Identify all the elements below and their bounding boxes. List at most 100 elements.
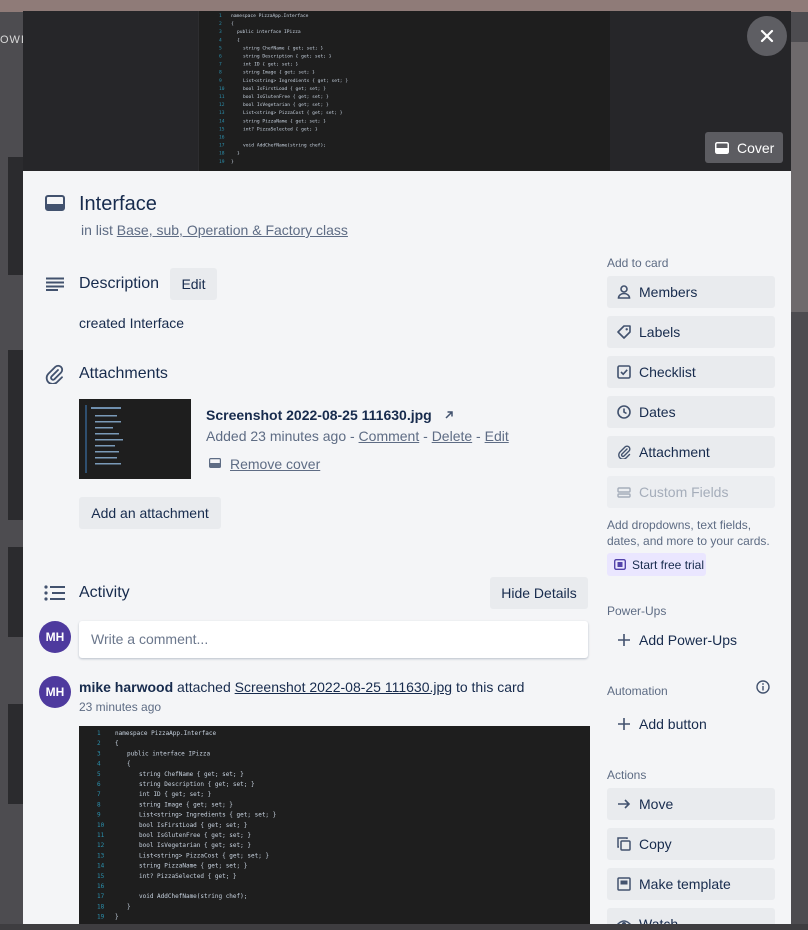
code-line: { [231,21,234,27]
start-free-trial-button[interactable]: Start free trial [607,553,706,576]
code-line: int? PizzaSelected { get; } [139,873,237,880]
activity-entry: mike harwood attached Screenshot 2022-08… [79,679,524,695]
code-line: namespace PizzaApp.Interface [115,730,217,737]
cover-code-image: 1 namespace PizzaApp.Interface 2 {3 public i… [219,13,348,165]
custom-fields-label: Custom Fields [639,484,729,500]
attachment-filename[interactable]: Screenshot 2022-08-25 111630.jpg [206,407,432,423]
cover-button[interactable]: Cover [705,132,783,163]
comment-input[interactable]: Write a comment... [79,621,588,658]
close-button[interactable] [747,16,787,56]
attachment-added-text: Added 23 minutes ago - [206,428,359,444]
attachment-edit-link[interactable]: Edit [485,428,509,444]
board-list-fragment [791,42,808,312]
code-line-number: 16 [219,135,225,141]
code-line: string Description { get; set; } [139,781,255,788]
activity-heading: Activity [79,584,130,601]
activity-file-link[interactable]: Screenshot 2022-08-25 111630.jpg [235,679,452,695]
activity-attachment-preview[interactable]: 1 namespace PizzaApp.Interface 2 {3 public i… [79,726,590,924]
code-line: List<string> Ingredients { get; set; } [139,812,276,819]
copy-button[interactable]: Copy [607,828,775,860]
make-template-label: Make template [639,876,731,892]
code-line: } [231,159,234,165]
code-line: string Image { get; set; } [139,801,233,808]
attachment-button[interactable]: Attachment [607,436,775,468]
code-line-number: 6 [97,781,101,788]
description-text[interactable]: created Interface [79,315,184,331]
code-line-number: 11 [97,832,105,839]
code-line-number: 16 [97,883,105,890]
code-line: List<string> PizzaCost { get; set; } [243,110,343,116]
code-line: void AddChefName(string chef); [139,893,247,900]
custom-fields-button[interactable]: Custom Fields [607,476,775,508]
code-line: string PizzaName { get; set; } [243,118,326,124]
code-line: string Description { get; set; } [243,54,332,60]
make-template-button[interactable]: Make template [607,868,775,900]
card-title[interactable]: Interface [79,193,157,216]
code-line-number: 15 [219,126,225,132]
code-line: bool IsVegetarian { get; set; } [139,842,251,849]
avatar[interactable]: MH [39,676,71,708]
labels-button[interactable]: Labels [607,316,775,348]
activity-user[interactable]: mike harwood [79,679,173,695]
code-line-number: 14 [219,118,225,124]
members-button[interactable]: Members [607,276,775,308]
description-edit-button[interactable]: Edit [170,268,217,300]
watch-label: Watch [639,916,679,924]
external-link-icon[interactable] [444,410,454,420]
checklist-button[interactable]: Checklist [607,356,775,388]
code-line: int? PizzaSelected { get; } [243,126,318,132]
code-line-number: 8 [219,70,222,76]
attachment-comment-link[interactable]: Comment [359,428,420,444]
add-powerups-button[interactable]: Add Power-Ups [607,624,775,656]
plus-icon [618,634,630,646]
code-line-number: 4 [219,37,222,43]
activity-suffix: to this card [452,679,525,695]
avatar[interactable]: MH [39,621,71,653]
add-automation-button[interactable]: Add button [607,708,775,740]
info-icon[interactable] [756,680,770,694]
activity-timestamp[interactable]: 23 minutes ago [79,700,161,714]
code-line-number: 5 [219,45,222,51]
code-line-number: 1 [219,13,222,19]
remove-cover-link[interactable]: Remove cover [230,456,320,472]
code-line: bool IsFirstLoad { get; set; } [243,86,326,92]
attachments-heading: Attachments [79,365,168,382]
code-line: namespace PizzaApp.Interface [231,13,309,19]
code-line: public interface IPizza [127,750,210,757]
card-cover-icon [209,458,221,468]
board-backdrop-right [791,12,808,930]
code-line: } [237,151,240,157]
dates-label: Dates [639,404,676,420]
code-line-number: 7 [219,62,222,68]
add-button-label: Add button [639,716,707,732]
add-attachment-button[interactable]: Add an attachment [79,497,221,529]
attachment-delete-link[interactable]: Delete [432,428,472,444]
code-line-number: 10 [219,86,225,92]
card-cover: 1 namespace PizzaApp.Interface 2 {3 public i… [23,11,791,171]
list-name-link[interactable]: Base, sub, Operation & Factory class [117,222,348,238]
code-line: int ID { get; set; } [243,62,299,68]
code-line-number: 7 [97,791,101,798]
code-line: List<string> PizzaCost { get; set; } [139,852,269,859]
code-line-number: 2 [97,740,101,747]
template-icon [617,877,631,891]
move-button[interactable]: Move [607,788,775,820]
code-line: string Image { get; set; } [243,70,315,76]
watch-button[interactable]: Watch [607,908,775,924]
start-free-trial-label: Start free trial [632,557,705,572]
code-line: bool IsGlutenFree { get; set; } [139,832,251,839]
code-line: int ID { get; set; } [139,791,211,798]
code-line-number: 19 [97,914,105,921]
dates-button[interactable]: Dates [607,396,775,428]
hide-details-button[interactable]: Hide Details [490,577,588,609]
code-line: } [115,914,119,921]
paperclip-icon [45,364,64,384]
labels-label: Labels [639,324,681,340]
code-line-number: 9 [219,78,222,84]
code-line: List<string> Ingredients { get; set; } [243,78,348,84]
attachment-separator: - [419,428,432,444]
members-label: Members [639,284,698,300]
person-icon [617,285,631,299]
automation-label: Automation [607,684,668,698]
attachment-thumbnail[interactable] [79,399,191,479]
